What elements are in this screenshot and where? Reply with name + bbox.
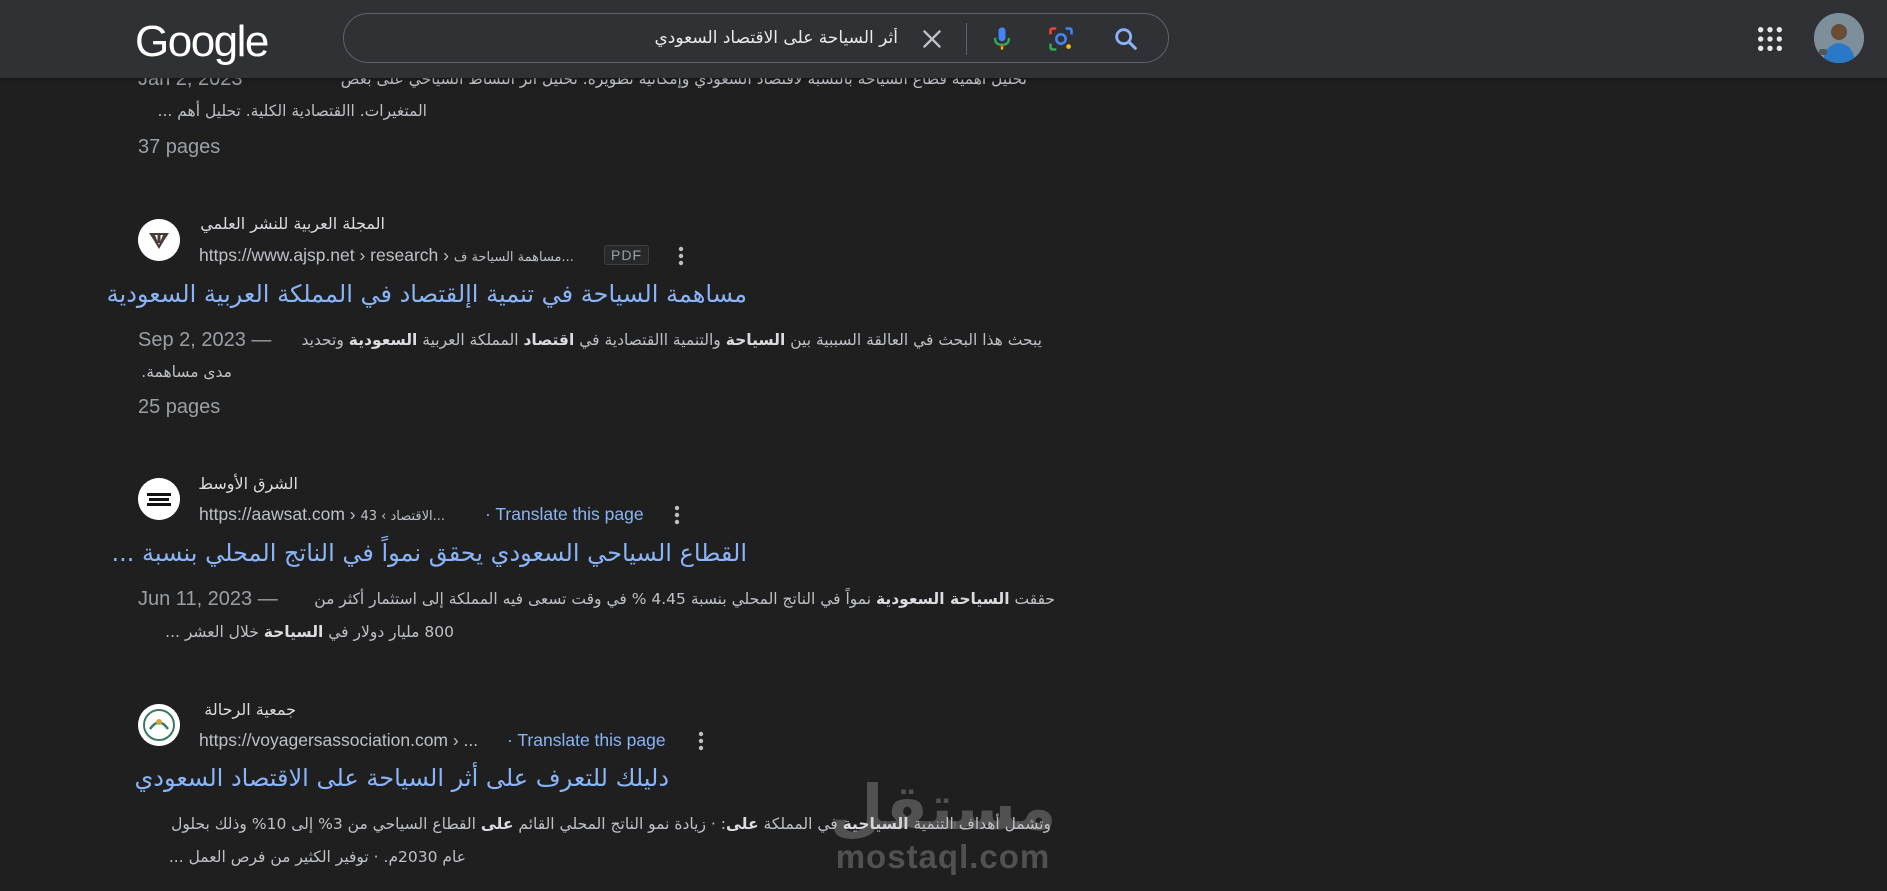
- result-snippet-line2: عام 2030م. · توفير الكثير من فرص العمل .…: [168, 848, 466, 866]
- result-snippet-line2: المتغيرات. االقتصادية الكلية. تحليل أهم …: [157, 102, 427, 120]
- result-url[interactable]: https://aawsat.com › الاقتصاد › 43...: [199, 504, 445, 525]
- result-url-text: https://voyagersassociation.com › ...: [199, 730, 479, 750]
- snippet-highlight: اقتصاد: [523, 331, 575, 349]
- watermark-arabic: مستقل: [829, 771, 1057, 844]
- result-url[interactable]: https://voyagersassociation.com › ...: [199, 730, 478, 751]
- snippet-text: يبحث هذا البحث في العالقة السببية بين: [785, 331, 1042, 349]
- snippet-highlight: السياحة السعودية: [876, 590, 1010, 608]
- translate-label: Translate this page: [517, 730, 666, 750]
- more-options-icon[interactable]: [678, 246, 684, 266]
- snippet-text: وتحديد: [301, 331, 349, 349]
- snippet-text: نمواً في الناتج المحلي بنسبة 4.45 % في و…: [314, 590, 876, 608]
- snippet-text: المملكة العربية: [417, 331, 524, 349]
- result-snippet: يبحث هذا البحث في العالقة السببية بين ال…: [301, 331, 1042, 349]
- result-date: Jun 11, 2023 —: [138, 588, 278, 610]
- aawsat-logo-icon: [138, 478, 180, 520]
- site-favicon[interactable]: [138, 219, 180, 261]
- snippet-highlight: السعودية: [348, 331, 418, 349]
- apps-grid-icon[interactable]: [1756, 25, 1784, 53]
- snippet-highlight: على: [480, 815, 514, 833]
- search-icon[interactable]: [1112, 25, 1140, 53]
- translate-page-link[interactable]: · Translate this page: [507, 730, 666, 751]
- watermark-latin: mostaql.com: [835, 838, 1051, 875]
- result-url-text: https://aawsat.com ›: [199, 504, 356, 524]
- google-lens-icon[interactable]: [1047, 25, 1075, 53]
- search-divider: [966, 23, 967, 55]
- result-date: Sep 2, 2023 —: [138, 329, 272, 351]
- google-logo[interactable]: Google: [135, 14, 269, 70]
- clear-icon[interactable]: [919, 26, 945, 52]
- microphone-icon[interactable]: [988, 25, 1016, 53]
- result-snippet-line2: مدى مساهمة.: [141, 363, 232, 381]
- result-url-text: https://www.ajsp.net › research ›: [199, 245, 449, 265]
- result-snippet: حققت السياحة السعودية نمواً في الناتج ال…: [314, 590, 1055, 608]
- snippet-text: 800 مليار دولار في: [323, 623, 454, 641]
- watermark: مستقل mostaql.com: [828, 777, 1058, 875]
- result-url-path: الاقتصاد › 43...: [360, 509, 446, 524]
- result-title-link[interactable]: دليلك للتعرف على أثر السياحة على الاقتصا…: [134, 764, 669, 792]
- snippet-text: والتنمية االقتصادية في: [574, 331, 726, 349]
- top-bar: Google: [0, 0, 1887, 78]
- translate-page-link[interactable]: · Translate this page: [485, 504, 644, 525]
- result-pages: 37 pages: [138, 136, 221, 158]
- search-results: Jan 2, 2023 تحليل أهمية قطاع السياحة بال…: [0, 0, 1887, 891]
- result-title-link[interactable]: القطاع السياحي السعودي يحقق نمواً في الن…: [112, 539, 747, 567]
- avatar[interactable]: [1814, 13, 1864, 63]
- translate-label: Translate this page: [495, 504, 644, 524]
- snippet-text: خلال العشر ...: [165, 623, 264, 641]
- site-favicon[interactable]: [138, 704, 180, 746]
- site-name[interactable]: جمعية الرحالة: [204, 700, 296, 719]
- result-title-link[interactable]: مساهمة السياحة في تنمية اإلقتصاد في المم…: [107, 280, 747, 308]
- more-options-icon[interactable]: [698, 731, 704, 751]
- snippet-highlight: السياحة: [725, 331, 786, 349]
- snippet-text: حققت: [1009, 590, 1056, 608]
- ajsp-logo-icon: [138, 219, 180, 261]
- site-name[interactable]: المجلة العربية للنشر العلمي: [200, 214, 385, 233]
- voyagers-logo-icon: [138, 704, 180, 746]
- result-url-path: مساهمة السياحة ف...: [453, 250, 574, 265]
- site-favicon[interactable]: [138, 478, 180, 520]
- search-input[interactable]: [398, 14, 898, 62]
- account-avatar-icon: [1814, 13, 1864, 63]
- snippet-highlight: على: [725, 815, 759, 833]
- result-url[interactable]: https://www.ajsp.net › research › مساهمة…: [199, 245, 574, 266]
- more-options-icon[interactable]: [674, 505, 680, 525]
- snippet-highlight: السياحة: [263, 623, 324, 641]
- pdf-badge: PDF: [604, 245, 649, 265]
- result-pages: 25 pages: [138, 396, 221, 418]
- search-box[interactable]: [343, 13, 1169, 63]
- result-snippet-line2: 800 مليار دولار في السياحة خلال العشر ..…: [165, 623, 454, 641]
- site-name[interactable]: الشرق الأوسط: [198, 474, 298, 493]
- snippet-text: : · زيادة نمو الناتج المحلي القائم: [513, 815, 726, 833]
- snippet-text: القطاع السياحي من 3% إلى 10% وذلك بحلول: [171, 815, 481, 833]
